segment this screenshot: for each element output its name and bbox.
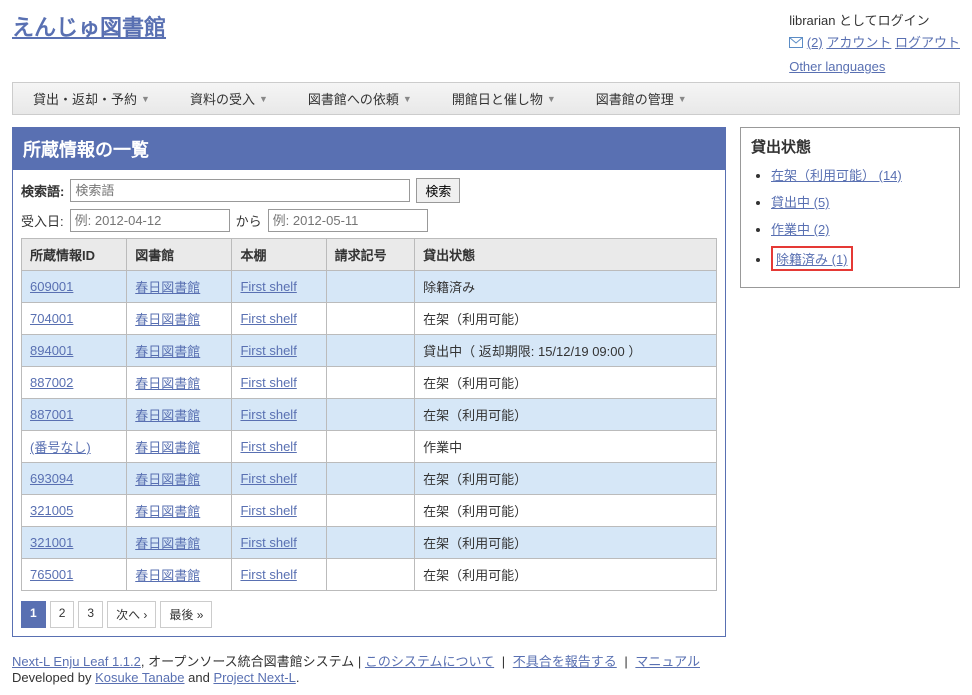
table-row: 887001春日図書館First shelf在架（利用可能） xyxy=(22,399,717,431)
manual-link[interactable]: マニュアル xyxy=(635,654,700,669)
report-link[interactable]: 不具合を報告する xyxy=(513,654,617,669)
table-row: (番号なし)春日図書館First shelf作業中 xyxy=(22,431,717,463)
table-row: 321005春日図書館First shelf在架（利用可能） xyxy=(22,495,717,527)
th-library: 図書館 xyxy=(127,239,232,271)
about-link[interactable]: このシステムについて xyxy=(365,654,494,669)
chevron-down-icon: ▼ xyxy=(547,94,556,104)
acq-date-label: 受入日: xyxy=(21,211,64,230)
library-link[interactable]: 春日図書館 xyxy=(135,536,200,551)
product-link[interactable]: Next-L Enju Leaf 1.1.2 xyxy=(12,654,141,669)
chevron-down-icon: ▼ xyxy=(259,94,268,104)
library-link[interactable]: 春日図書館 xyxy=(135,280,200,295)
other-languages-link[interactable]: Other languages xyxy=(789,59,960,74)
pagination: 1 2 3 次へ › 最後 » xyxy=(21,601,717,628)
library-link[interactable]: 春日図書館 xyxy=(135,504,200,519)
sidebar: 貸出状態 在架（利用可能） (14) 貸出中 (5) 作業中 (2) 除籍済み … xyxy=(740,127,960,288)
shelf-link[interactable]: First shelf xyxy=(240,375,296,390)
library-link[interactable]: 春日図書館 xyxy=(135,408,200,423)
item-id-link[interactable]: 894001 xyxy=(30,343,73,358)
shelf-link[interactable]: First shelf xyxy=(240,311,296,326)
footer: Next-L Enju Leaf 1.1.2, オープンソース統合図書館システム… xyxy=(12,651,960,685)
sidebar-title: 貸出状態 xyxy=(751,136,949,157)
items-table: 所蔵情報ID 図書館 本棚 請求記号 貸出状態 609001 春日図書館 First… xyxy=(21,238,717,591)
search-label: 検索語: xyxy=(21,181,64,200)
th-shelf: 本棚 xyxy=(232,239,326,271)
library-link[interactable]: 春日図書館 xyxy=(135,312,200,327)
page-3[interactable]: 3 xyxy=(78,601,103,628)
table-row: 894001春日図書館First shelf貸出中（ 返却期限: 15/12/1… xyxy=(22,335,717,367)
nav-accession[interactable]: 資料の受入▼ xyxy=(170,83,288,114)
shelf-link[interactable]: First shelf xyxy=(240,567,296,582)
author-link[interactable]: Kosuke Tanabe xyxy=(95,670,184,685)
table-row: 609001春日図書館First shelf除籍済み xyxy=(22,271,717,303)
shelf-link[interactable]: First shelf xyxy=(240,503,296,518)
page-1[interactable]: 1 xyxy=(21,601,46,628)
page-last[interactable]: 最後 » xyxy=(160,601,212,628)
item-id-link[interactable]: 887001 xyxy=(30,407,73,422)
filter-onloan[interactable]: 貸出中 (5) xyxy=(771,195,830,210)
table-row: 887002春日図書館First shelf在架（利用可能） xyxy=(22,367,717,399)
chevron-down-icon: ▼ xyxy=(141,94,150,104)
sidebar-item: 在架（利用可能） (14) xyxy=(771,165,949,184)
filter-available[interactable]: 在架（利用可能） (14) xyxy=(771,168,902,183)
th-id: 所蔵情報ID xyxy=(22,239,127,271)
table-row: 693094春日図書館First shelf在架（利用可能） xyxy=(22,463,717,495)
shelf-link[interactable]: First shelf xyxy=(240,407,296,422)
shelf-link[interactable]: First shelf xyxy=(240,471,296,486)
logout-link[interactable]: ログアウト xyxy=(895,35,960,50)
item-id-link[interactable]: (番号なし) xyxy=(30,440,91,455)
nav-admin[interactable]: 図書館の管理▼ xyxy=(576,83,707,114)
table-row: 765001春日図書館First shelf在架（利用可能） xyxy=(22,559,717,591)
page-2[interactable]: 2 xyxy=(50,601,75,628)
main-navbar: 貸出・返却・予約▼ 資料の受入▼ 図書館への依頼▼ 開館日と催し物▼ 図書館の管… xyxy=(12,82,960,115)
shelf-link[interactable]: First shelf xyxy=(240,535,296,550)
project-link[interactable]: Project Next-L xyxy=(213,670,295,685)
table-row: 704001春日図書館First shelf在架（利用可能） xyxy=(22,303,717,335)
item-id-link[interactable]: 765001 xyxy=(30,567,73,582)
library-link[interactable]: 春日図書館 xyxy=(135,472,200,487)
filter-inprocess[interactable]: 作業中 (2) xyxy=(771,222,830,237)
shelf-link[interactable]: First shelf xyxy=(240,279,296,294)
sidebar-item: 貸出中 (5) xyxy=(771,192,949,211)
page-next[interactable]: 次へ › xyxy=(107,601,156,628)
sidebar-item: 除籍済み (1) xyxy=(771,246,949,271)
th-call: 請求記号 xyxy=(326,239,415,271)
account-link[interactable]: アカウント xyxy=(826,35,891,50)
item-id-link[interactable]: 693094 xyxy=(30,471,73,486)
date-to-input[interactable] xyxy=(268,209,428,232)
th-status: 貸出状態 xyxy=(415,239,717,271)
library-link[interactable]: 春日図書館 xyxy=(135,376,200,391)
library-link[interactable]: 春日図書館 xyxy=(135,344,200,359)
sidebar-item: 作業中 (2) xyxy=(771,219,949,238)
item-id-link[interactable]: 887002 xyxy=(30,375,73,390)
item-id-link[interactable]: 321005 xyxy=(30,503,73,518)
item-id-link[interactable]: 704001 xyxy=(30,311,73,326)
item-id-link[interactable]: 321001 xyxy=(30,535,73,550)
chevron-down-icon: ▼ xyxy=(678,94,687,104)
item-id-link[interactable]: 609001 xyxy=(30,279,73,294)
chevron-down-icon: ▼ xyxy=(403,94,412,104)
nav-checkout[interactable]: 貸出・返却・予約▼ xyxy=(13,83,170,114)
notification-count-link[interactable]: (2) xyxy=(807,35,823,50)
table-row: 321001春日図書館First shelf在架（利用可能） xyxy=(22,527,717,559)
search-button[interactable]: 検索 xyxy=(416,178,460,203)
mail-icon xyxy=(789,36,803,51)
site-title-link[interactable]: えんじゅ図書館 xyxy=(12,10,166,42)
search-input[interactable] xyxy=(70,179,410,202)
filter-removed[interactable]: 除籍済み (1) xyxy=(776,252,848,267)
date-to-label: から xyxy=(236,211,262,230)
page-title: 所蔵情報の一覧 xyxy=(13,128,725,170)
nav-events[interactable]: 開館日と催し物▼ xyxy=(432,83,576,114)
login-status: librarian としてログイン xyxy=(789,10,960,29)
date-from-input[interactable] xyxy=(70,209,230,232)
library-link[interactable]: 春日図書館 xyxy=(135,568,200,583)
shelf-link[interactable]: First shelf xyxy=(240,343,296,358)
shelf-link[interactable]: First shelf xyxy=(240,439,296,454)
library-link[interactable]: 春日図書館 xyxy=(135,440,200,455)
nav-requests[interactable]: 図書館への依頼▼ xyxy=(288,83,432,114)
